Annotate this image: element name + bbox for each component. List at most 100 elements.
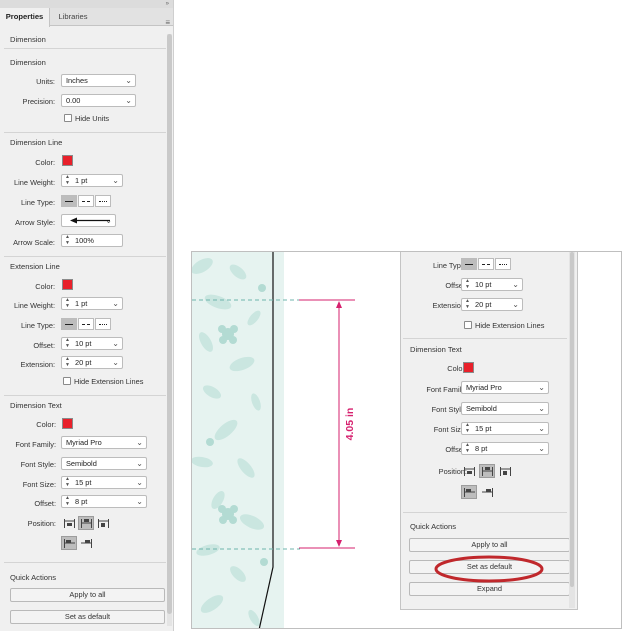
dimension-line-type-label: Line Type: xyxy=(21,198,55,207)
apply-to-all-button[interactable]: Apply to all xyxy=(10,588,165,602)
dimension-arrow-bottom xyxy=(336,540,342,547)
extension-line-weight-stepper[interactable]: ▲ ▼ 1 pt ⌄ xyxy=(61,297,123,310)
chevron-down-icon: ⌄ xyxy=(112,176,119,185)
font-family-value: Myriad Pro xyxy=(66,438,102,447)
text-offset-stepper[interactable]: ▲ ▼ 8 pt ⌄ xyxy=(61,495,147,508)
tab-libraries[interactable]: Libraries xyxy=(51,8,95,26)
scrollbar-thumb[interactable] xyxy=(570,252,574,587)
font-size-label: Font Size: xyxy=(22,480,56,489)
dimension-line-color-swatch[interactable] xyxy=(62,155,73,166)
line-type-solid-button[interactable] xyxy=(61,318,77,330)
line-type-dashed-button[interactable] xyxy=(78,318,94,330)
hide-extension-lines-checkbox[interactable] xyxy=(464,321,472,329)
chevron-down-icon: ⌄ xyxy=(538,383,545,392)
quick-actions-title: Quick Actions xyxy=(10,573,57,582)
position-align-left-button[interactable] xyxy=(61,536,77,550)
precision-select[interactable]: 0.00 ⌄ xyxy=(61,94,136,107)
section-extension-line-title: Extension Line xyxy=(10,262,60,271)
chevron-down-icon: ⌄ xyxy=(538,404,545,413)
stepper-arrows-icon[interactable]: ▲ ▼ xyxy=(63,338,72,349)
expand-button[interactable]: Expand xyxy=(409,582,570,596)
scrollbar-thumb[interactable] xyxy=(167,34,172,614)
chevron-down-icon: ⌄ xyxy=(136,438,143,447)
hide-units-checkbox[interactable] xyxy=(64,114,72,122)
stepper-arrows-icon[interactable]: ▲ ▼ xyxy=(463,443,472,454)
dimension-line-weight-label: Line Weight: xyxy=(14,178,55,187)
position-below-button[interactable] xyxy=(497,464,513,478)
divider xyxy=(403,512,567,513)
hide-extension-lines-checkbox[interactable] xyxy=(63,377,71,385)
dashed-line-icon xyxy=(82,324,90,325)
font-family-value: Myriad Pro xyxy=(466,383,502,392)
position-align-right-button[interactable] xyxy=(479,485,495,499)
dimension-text-color-swatch[interactable] xyxy=(463,362,474,373)
text-center-icon xyxy=(482,467,493,476)
chevron-down-icon: ⌄ xyxy=(112,358,119,367)
artwork-outline-path xyxy=(258,252,274,628)
chevron-down-icon: ⌄ xyxy=(105,216,112,225)
dimension-text-label: 4.05 in xyxy=(344,408,356,441)
line-type-solid-button[interactable] xyxy=(461,258,477,270)
dimension-text-color-swatch[interactable] xyxy=(62,418,73,429)
line-type-dashed-button[interactable] xyxy=(478,258,494,270)
text-above-icon xyxy=(64,519,75,528)
line-type-solid-button[interactable] xyxy=(61,195,77,207)
set-as-default-button[interactable]: Set as default xyxy=(10,610,165,624)
panel-menu-icon[interactable]: ≡ xyxy=(165,18,170,27)
dashed-line-icon xyxy=(482,264,490,265)
panel-scrollbar[interactable] xyxy=(167,34,172,626)
extension-line-weight-value: 1 pt xyxy=(75,299,88,308)
chevron-down-icon: ⌄ xyxy=(538,424,545,433)
stepper-arrows-icon[interactable]: ▲ ▼ xyxy=(63,357,72,368)
divider xyxy=(4,395,166,396)
position-above-button[interactable] xyxy=(61,516,77,530)
font-style-select[interactable]: Semibold ⌄ xyxy=(61,457,147,470)
stepper-arrows-icon[interactable]: ▲ ▼ xyxy=(63,235,72,246)
position-above-button[interactable] xyxy=(461,464,477,478)
line-type-dotted-button[interactable] xyxy=(95,195,111,207)
dotted-line-icon xyxy=(99,324,107,325)
stepper-arrows-icon[interactable]: ▲ ▼ xyxy=(63,175,72,186)
divider xyxy=(4,562,166,563)
extension-length-stepper[interactable]: ▲ ▼ 20 pt ⌄ xyxy=(461,298,523,311)
stepper-arrows-icon[interactable]: ▲ ▼ xyxy=(463,423,472,434)
stepper-arrows-icon[interactable]: ▲ ▼ xyxy=(63,477,72,488)
position-center-button[interactable] xyxy=(479,464,495,478)
stepper-arrows-icon[interactable]: ▲ ▼ xyxy=(463,299,472,310)
arrow-style-select[interactable]: ⌄ xyxy=(61,214,116,227)
set-as-default-button[interactable]: Set as default xyxy=(409,560,570,574)
line-type-dotted-button[interactable] xyxy=(95,318,111,330)
position-below-button[interactable] xyxy=(95,516,111,530)
units-select[interactable]: Inches ⌄ xyxy=(61,74,136,87)
tab-properties[interactable]: Properties xyxy=(0,8,50,27)
collapse-panel-icon[interactable]: » xyxy=(166,0,169,8)
dimension-line-weight-value: 1 pt xyxy=(75,176,88,185)
extension-offset-stepper[interactable]: ▲ ▼ 10 pt ⌄ xyxy=(461,278,523,291)
apply-to-all-button[interactable]: Apply to all xyxy=(409,538,570,552)
extension-line-color-swatch[interactable] xyxy=(62,279,73,290)
extension-offset-stepper[interactable]: ▲ ▼ 10 pt ⌄ xyxy=(61,337,123,350)
stepper-arrows-icon[interactable]: ▲ ▼ xyxy=(463,279,472,290)
font-size-stepper[interactable]: ▲ ▼ 15 pt ⌄ xyxy=(61,476,147,489)
panel-scrollbar[interactable] xyxy=(569,252,575,608)
font-style-select[interactable]: Semibold ⌄ xyxy=(461,402,549,415)
position-align-right-button[interactable] xyxy=(78,536,94,550)
line-type-dotted-button[interactable] xyxy=(495,258,511,270)
position-align-left-button[interactable] xyxy=(461,485,477,499)
divider xyxy=(403,338,567,339)
font-family-select[interactable]: Myriad Pro ⌄ xyxy=(61,436,147,449)
extension-length-stepper[interactable]: ▲ ▼ 20 pt ⌄ xyxy=(61,356,123,369)
stepper-arrows-icon[interactable]: ▲ ▼ xyxy=(63,496,72,507)
extension-length-value: 20 pt xyxy=(75,358,92,367)
line-type-dashed-button[interactable] xyxy=(78,195,94,207)
dimension-line-weight-stepper[interactable]: ▲ ▼ 1 pt ⌄ xyxy=(61,174,123,187)
font-family-select[interactable]: Myriad Pro ⌄ xyxy=(461,381,549,394)
extension-line-color-label: Color: xyxy=(35,282,55,291)
arrow-scale-stepper[interactable]: ▲ ▼ 100% xyxy=(61,234,123,247)
text-offset-stepper[interactable]: ▲ ▼ 8 pt ⌄ xyxy=(461,442,549,455)
dimension-arrow-top xyxy=(336,301,342,308)
precision-value: 0.00 xyxy=(66,96,81,105)
stepper-arrows-icon[interactable]: ▲ ▼ xyxy=(63,298,72,309)
font-size-stepper[interactable]: ▲ ▼ 15 pt ⌄ xyxy=(461,422,549,435)
position-center-button[interactable] xyxy=(78,516,94,530)
